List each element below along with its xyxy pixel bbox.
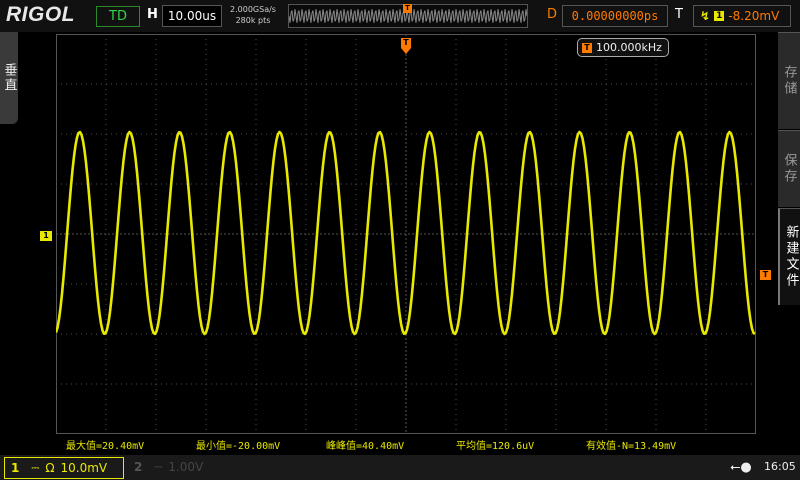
delay-value[interactable]: 0.00000000ps bbox=[562, 5, 668, 27]
usb-icon: ⭠● bbox=[730, 460, 752, 475]
timebase-label: H bbox=[147, 7, 158, 22]
measurement-min: 最小值=-20.00mV bbox=[196, 441, 281, 452]
trigger-tag-icon: T bbox=[582, 42, 592, 53]
waveform-display bbox=[56, 34, 756, 434]
trigger-label: T bbox=[675, 7, 683, 22]
clock: 16:05 bbox=[764, 460, 796, 473]
run-mode-indicator[interactable]: TD bbox=[96, 6, 140, 27]
trigger-settings[interactable]: ↯ 1 -8.20mV bbox=[693, 5, 791, 27]
ch2-scale: 1.00V bbox=[168, 460, 204, 474]
right-softkey-menu: 存储 保存 新建文件 bbox=[778, 32, 800, 458]
dc-coupling-icon: ⎓ bbox=[31, 462, 40, 474]
menu-item-storage[interactable]: 存储 bbox=[778, 32, 800, 129]
memory-trigger-position-icon: T bbox=[403, 4, 412, 13]
menu-item-save[interactable]: 保存 bbox=[778, 130, 800, 207]
acquisition-info: 2.000GSa/s 280k pts bbox=[224, 4, 282, 26]
ch1-settings[interactable]: 1 ⎓ Ω 10.0mV bbox=[4, 457, 124, 479]
ch2-coupling-icon: ⎓ bbox=[154, 461, 163, 473]
trigger-position-arrow-icon bbox=[401, 48, 411, 54]
measurement-bar: 最大值=20.40mV 最小值=-20.00mV 峰峰值=40.40mV 平均值… bbox=[56, 436, 756, 452]
ch1-scale: 10.0mV bbox=[60, 461, 108, 475]
frequency-value: 100.000kHz bbox=[596, 41, 662, 54]
measurement-max: 最大值=20.40mV bbox=[66, 441, 145, 452]
trigger-level-marker[interactable]: T bbox=[760, 270, 771, 280]
measurement-rms: 有效值-N=13.49mV bbox=[586, 441, 677, 452]
trigger-level: -8.20mV bbox=[728, 9, 780, 23]
impedance-icon: Ω bbox=[45, 461, 55, 475]
timebase-value[interactable]: 10.00us bbox=[162, 5, 222, 27]
ch2-settings[interactable]: 2 ⎓ 1.00V bbox=[128, 457, 242, 477]
bottom-channel-bar: 1 ⎓ Ω 10.0mV 2 ⎓ 1.00V ⭠● 16:05 bbox=[0, 455, 800, 480]
vertical-menu-tab[interactable]: 垂直 bbox=[0, 32, 18, 124]
measurement-peak-to-peak: 峰峰值=40.40mV bbox=[326, 441, 405, 452]
menu-item-new-file[interactable]: 新建文件 bbox=[778, 208, 800, 305]
sample-rate: 2.000GSa/s bbox=[230, 5, 276, 14]
memory-overview-bar: T bbox=[288, 4, 528, 28]
frequency-counter: T 100.000kHz bbox=[577, 38, 669, 57]
ch2-number: 2 bbox=[134, 460, 143, 474]
ch1-number: 1 bbox=[11, 461, 20, 475]
trigger-position-icon[interactable]: T bbox=[401, 38, 411, 48]
trigger-source: 1 bbox=[714, 11, 725, 21]
ch1-offset-marker[interactable]: 1 bbox=[40, 231, 52, 241]
memory-depth: 280k pts bbox=[235, 16, 271, 25]
delay-label: D bbox=[547, 7, 558, 22]
rising-edge-icon: ↯ bbox=[700, 9, 711, 23]
graticule bbox=[56, 34, 756, 434]
brand-logo: RIGOL bbox=[6, 3, 75, 26]
measurement-mean: 平均值=120.6uV bbox=[456, 441, 535, 452]
top-status-bar: RIGOL TD H 10.00us 2.000GSa/s 280k pts T… bbox=[0, 0, 800, 32]
